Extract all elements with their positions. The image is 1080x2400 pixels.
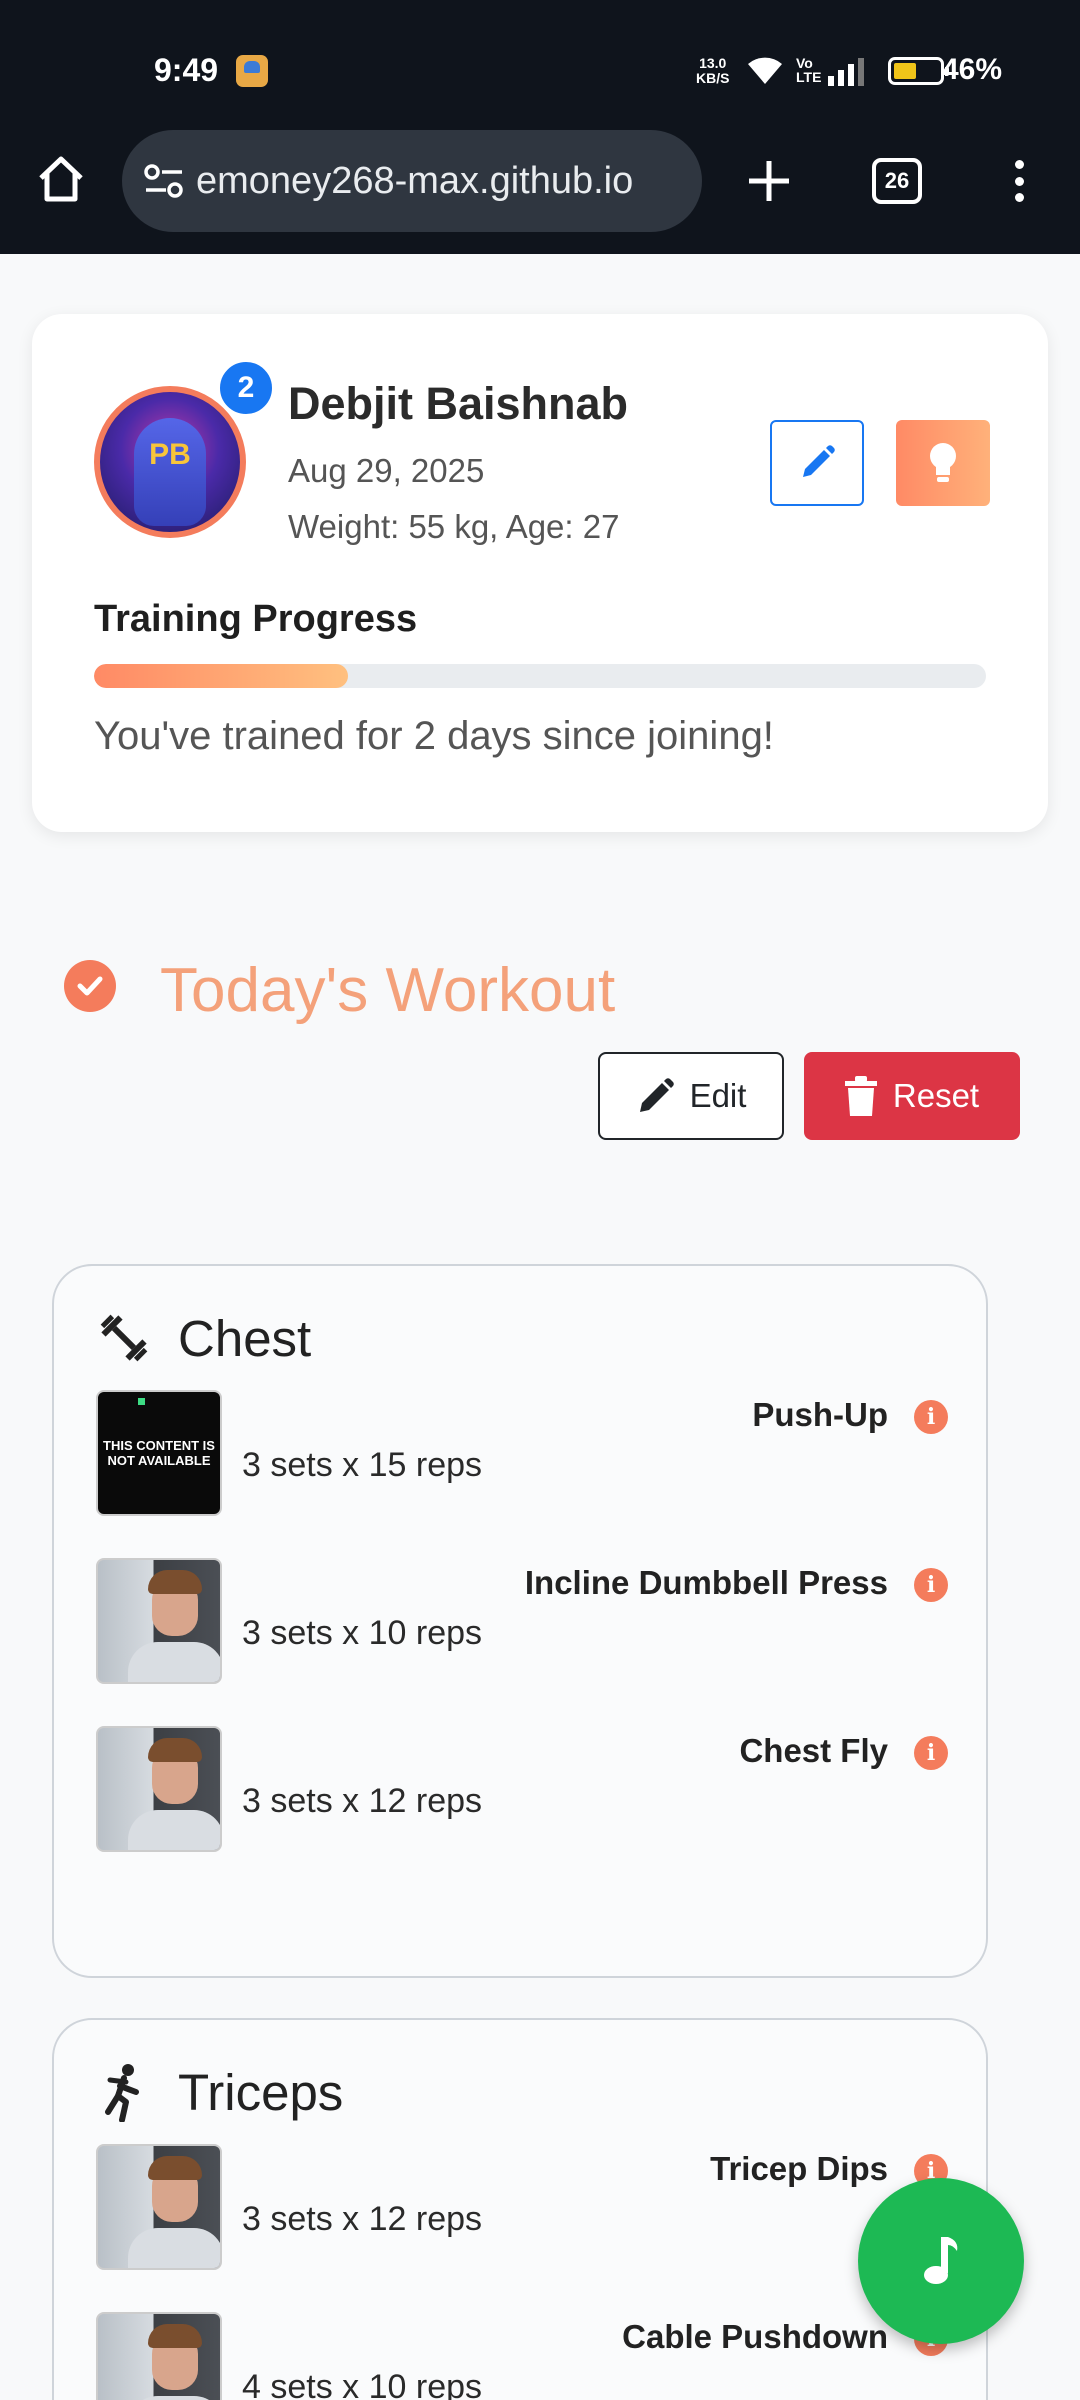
exercise-thumbnail[interactable]: [96, 1558, 222, 1684]
battery-icon: [888, 57, 949, 85]
training-progress-message: You've trained for 2 days since joining!: [94, 714, 774, 758]
exercise-thumbnail[interactable]: THIS CONTENT IS NOT AVAILABLE: [96, 1390, 222, 1516]
pencil-icon: [803, 445, 835, 477]
exercise-item[interactable]: Chest Fly i 3 sets x 12 reps: [96, 1726, 948, 1854]
training-progress-bar: [94, 664, 986, 688]
workout-title: Today's Workout: [160, 956, 616, 1025]
music-player-button[interactable]: [858, 2178, 1024, 2344]
exercise-sets: 4 sets x 10 reps: [242, 2368, 483, 2400]
exercise-item[interactable]: THIS CONTENT IS NOT AVAILABLE Push-Up i …: [96, 1390, 948, 1518]
exercise-item[interactable]: Cable Pushdown i 4 sets x 10 reps: [96, 2312, 948, 2400]
check-circle-icon: [64, 960, 116, 1012]
exercise-item[interactable]: Incline Dumbbell Press i 3 sets x 10 rep…: [96, 1558, 948, 1686]
app-notification-icon: [236, 55, 268, 87]
info-icon[interactable]: i: [914, 1568, 948, 1602]
exercise-name: Push-Up: [752, 1396, 888, 1433]
wifi-icon: [746, 54, 784, 86]
site-settings-icon[interactable]: [142, 163, 186, 199]
exercise-thumbnail[interactable]: [96, 2144, 222, 2270]
exercise-sets: 3 sets x 12 reps: [242, 1782, 483, 1820]
muscle-group-card-triceps: Triceps Tricep Dips i 3 sets x 12 reps C…: [52, 2018, 988, 2400]
reset-workout-label: Reset: [892, 1077, 980, 1114]
reset-workout-button[interactable]: Reset: [804, 1052, 1020, 1140]
avatar[interactable]: PB: [94, 386, 246, 538]
network-speed: 13.0 KB/S: [696, 55, 730, 86]
home-icon: [39, 156, 83, 202]
menu-dot-icon: [1014, 160, 1024, 169]
athlete-icon: [105, 2064, 139, 2122]
exercise-name: Tricep Dips: [710, 2150, 888, 2187]
avatar-monogram: PB: [149, 438, 191, 471]
trash-icon: [844, 1076, 877, 1116]
browser-chrome: 9:49 13.0 KB/S Vo LTE 46% emoney268-max.g…: [0, 0, 1080, 254]
address-bar[interactable]: emoney268-max.github.io: [122, 130, 702, 232]
browser-menu-button[interactable]: [1004, 152, 1034, 210]
pencil-icon: [639, 1078, 674, 1112]
muscle-group-title: Triceps: [178, 2063, 344, 2121]
edit-workout-button[interactable]: Edit: [598, 1052, 784, 1140]
thumbnail-unavailable-text: THIS CONTENT IS NOT AVAILABLE: [103, 1438, 215, 1468]
menu-dot-icon: [1014, 193, 1024, 202]
battery-percent: 46%: [941, 53, 1002, 86]
signal-icon: [828, 58, 864, 86]
menu-dot-icon: [1014, 176, 1024, 186]
info-icon[interactable]: i: [914, 1736, 948, 1770]
exercise-item[interactable]: Tricep Dips i 3 sets x 12 reps: [96, 2144, 948, 2272]
training-progress-title: Training Progress: [94, 598, 418, 640]
exercise-thumbnail[interactable]: [96, 1726, 222, 1852]
url-text: emoney268-max.github.io: [196, 159, 634, 202]
tab-switcher-button[interactable]: 26: [872, 158, 922, 204]
muscle-group-title: Chest: [178, 1309, 312, 1367]
new-tab-button[interactable]: [740, 152, 798, 210]
edit-profile-button[interactable]: [770, 420, 864, 506]
training-progress-fill: [94, 664, 349, 688]
home-button[interactable]: [30, 148, 92, 210]
dumbbell-icon: [100, 1314, 148, 1362]
profile-date: Aug 29, 2025: [288, 452, 485, 489]
plus-icon: [749, 161, 789, 201]
exercise-sets: 3 sets x 10 reps: [242, 1614, 483, 1652]
exercise-sets: 3 sets x 12 reps: [242, 2200, 483, 2238]
info-icon[interactable]: i: [914, 1400, 948, 1434]
exercise-name: Chest Fly: [739, 1732, 888, 1769]
edit-workout-label: Edit: [689, 1077, 747, 1114]
music-note-icon: [924, 2237, 958, 2284]
profile-name: Debjit Baishnab: [288, 378, 629, 429]
profile-card: PB 2 Debjit Baishnab Aug 29, 2025 Weight…: [32, 314, 1048, 832]
exercise-name: Cable Pushdown: [622, 2318, 888, 2355]
lightbulb-icon: [930, 443, 956, 482]
muscle-group-card-chest: Chest THIS CONTENT IS NOT AVAILABLE Push…: [52, 1264, 988, 1978]
profile-stats: Weight: 55 kg, Age: 27: [288, 508, 620, 545]
exercise-sets: 3 sets x 15 reps: [242, 1446, 483, 1484]
exercise-name: Incline Dumbbell Press: [524, 1564, 888, 1601]
volte-icon: Vo LTE: [796, 55, 822, 85]
status-time: 9:49: [154, 52, 219, 88]
notification-badge[interactable]: 2: [216, 358, 276, 418]
exercise-thumbnail[interactable]: [96, 2312, 222, 2400]
tips-button[interactable]: [896, 420, 990, 506]
